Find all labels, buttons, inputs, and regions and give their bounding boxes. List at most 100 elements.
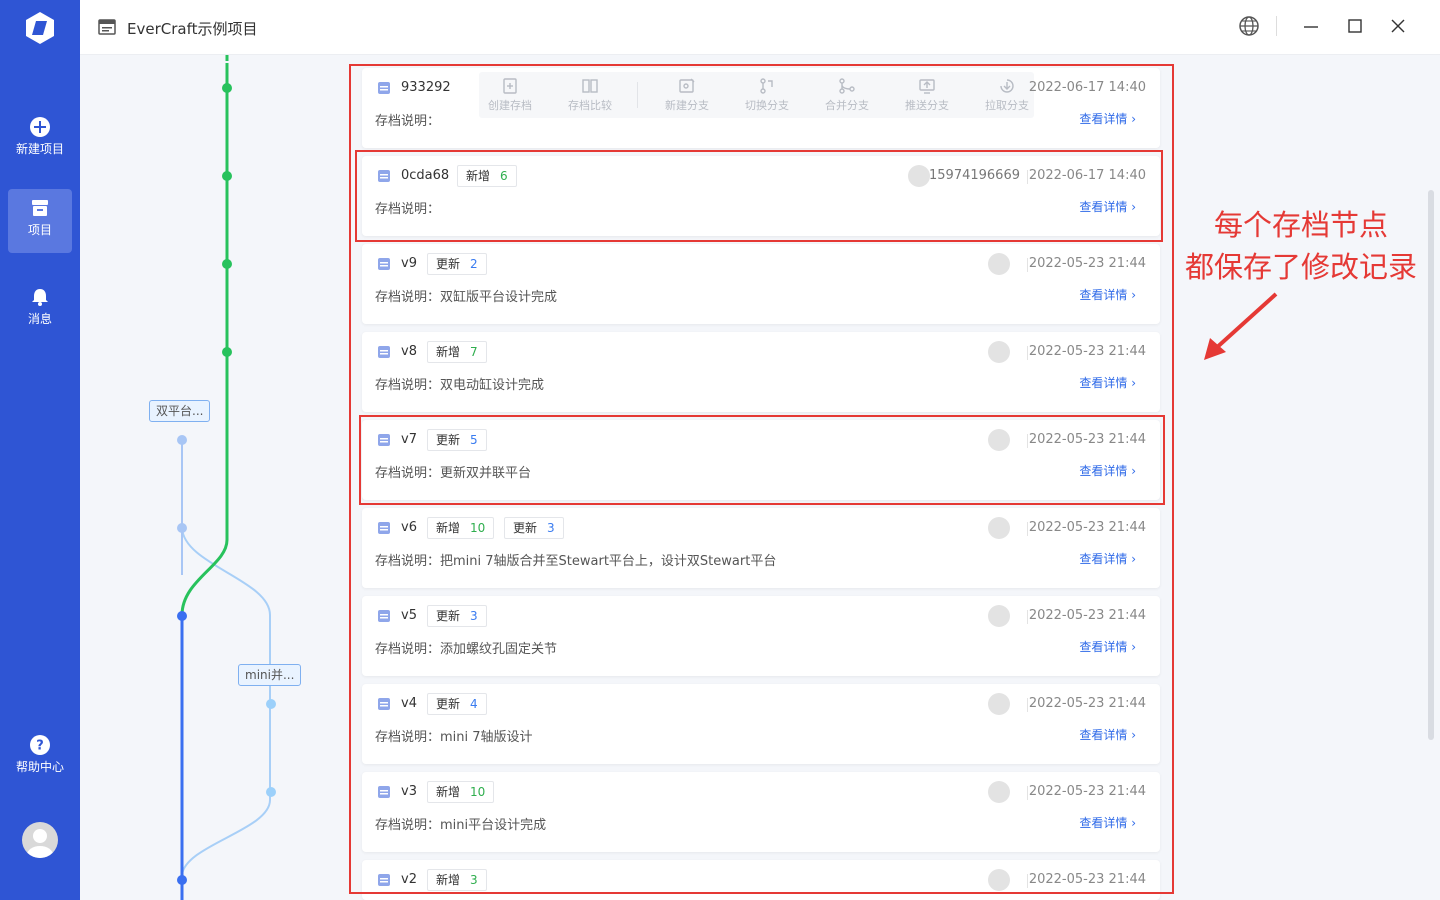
view-details-link[interactable]: 查看详情 › (1079, 638, 1136, 655)
user-avatar-small (988, 517, 1010, 539)
plus-circle-icon (30, 117, 50, 137)
archive-record-icon (378, 786, 390, 798)
record-time: 2022-05-23 21:44 (1028, 696, 1146, 711)
record-card[interactable]: v5 更新 3 2022-05-23 21:44 存档说明：添加螺纹孔固定关节 查… (362, 596, 1160, 676)
compare-archive-button[interactable]: 存档比较 (559, 72, 621, 118)
commit-node[interactable] (222, 259, 232, 269)
merge-branch-button[interactable]: 合并分支 (816, 72, 878, 118)
close-button[interactable] (1388, 16, 1408, 36)
record-description: 存档说明：双电动缸设计完成 (375, 374, 544, 393)
record-card[interactable]: v7 更新 5 2022-05-23 21:44 存档说明：更新双并联平台 查看详… (362, 420, 1160, 500)
project-window-icon (98, 19, 116, 35)
record-card[interactable]: v9 更新 2 2022-05-23 21:44 存档说明：双缸版平台设计完成 查… (362, 244, 1160, 324)
view-details-link[interactable]: 查看详情 › (1079, 550, 1136, 567)
annotation-line: 每个存档节点 (1213, 208, 1388, 242)
description-text: mini平台设计完成 (440, 818, 547, 833)
description-text: 添加螺纹孔固定关节 (440, 642, 558, 657)
sidebar-item-project[interactable]: 项目 (8, 189, 72, 253)
commit-node[interactable] (266, 787, 276, 797)
tool-label: 拉取分支 (985, 99, 1029, 112)
sidebar-item-new-project[interactable]: 新建项目 (8, 108, 72, 172)
record-version: 0cda68 (401, 168, 450, 183)
record-description: 存档说明：添加螺纹孔固定关节 (375, 638, 557, 657)
description-text: 把mini 7轴版合并至Stewart平台上，设计双Stewart平台 (440, 554, 777, 569)
compare-icon (582, 79, 598, 93)
description-prefix: 存档说明： (375, 554, 441, 569)
branch-line-main (180, 63, 229, 616)
record-version: v3 (401, 784, 417, 799)
annotation-text: 每个存档节点 都保存了修改记录 (1176, 204, 1426, 288)
record-description: 存档说明：把mini 7轴版合并至Stewart平台上，设计双Stewart平台 (375, 550, 776, 569)
meta-divider (1027, 610, 1028, 624)
view-details-link[interactable]: 查看详情 › (1079, 110, 1136, 127)
record-description: 存档说明：mini 7轴版设计 (375, 726, 533, 745)
tool-label: 新建分支 (665, 99, 709, 112)
record-card[interactable]: v2 新增 3 2022-05-23 21:44 (362, 860, 1160, 900)
commit-node[interactable] (222, 347, 232, 357)
toolbar-divider (637, 82, 638, 108)
new-branch-button[interactable]: 新建分支 (656, 72, 718, 118)
record-user: 15974196669 (929, 168, 1020, 183)
view-details-link[interactable]: 查看详情 › (1079, 814, 1136, 831)
archive-record-icon (378, 434, 390, 446)
record-card[interactable]: v4 更新 4 2022-05-23 21:44 存档说明：mini 7轴版设计 … (362, 684, 1160, 764)
archive-record-icon (378, 346, 390, 358)
record-card[interactable]: 0cda68 新增 6 15974196669 2022-06-17 14:40 … (362, 156, 1160, 236)
record-card[interactable]: v3 新增 10 2022-05-23 21:44 存档说明：mini平台设计完成… (362, 772, 1160, 852)
push-branch-button[interactable]: 推送分支 (896, 72, 958, 118)
sidebar-item-help[interactable]: ? 帮助中心 (8, 726, 72, 790)
change-tag-updated: 更新 4 (427, 693, 487, 715)
switch-branch-button[interactable]: 切换分支 (736, 72, 798, 118)
create-archive-button[interactable]: 创建存档 (479, 72, 541, 118)
list-scrollbar[interactable] (1428, 190, 1434, 740)
maximize-button[interactable] (1345, 16, 1365, 36)
view-details-link[interactable]: 查看详情 › (1079, 286, 1136, 303)
commit-node[interactable] (177, 435, 187, 445)
commit-node[interactable] (222, 83, 232, 93)
archive-record-icon (378, 170, 390, 182)
tool-label: 存档比较 (568, 99, 612, 112)
app-logo[interactable] (20, 8, 60, 48)
view-details-link[interactable]: 查看详情 › (1079, 726, 1136, 743)
user-avatar-small (908, 165, 930, 187)
record-description: 存档说明：mini平台设计完成 (375, 814, 546, 833)
record-card[interactable]: v8 新增 7 2022-05-23 21:44 存档说明：双电动缸设计完成 查看… (362, 332, 1160, 412)
sidebar: 新建项目 项目 消息 ? 帮助中心 (0, 0, 80, 900)
change-tag-added: 新增 3 (427, 869, 487, 891)
commit-node[interactable] (266, 699, 276, 709)
description-prefix: 存档说明： (375, 114, 441, 129)
view-details-link[interactable]: 查看详情 › (1079, 198, 1136, 215)
branch-graph: 双平台... mini并... (80, 55, 350, 900)
commit-node[interactable] (222, 171, 232, 181)
record-card[interactable]: v6 新增 10 更新 3 2022-05-23 21:44 存档说明：把mini … (362, 508, 1160, 588)
description-text: 更新双并联平台 (440, 466, 532, 481)
sidebar-item-messages[interactable]: 消息 (8, 278, 72, 342)
bell-icon (32, 289, 48, 306)
tool-label: 合并分支 (825, 99, 869, 112)
branch-tag-mini[interactable]: mini并... (238, 664, 302, 686)
user-avatar[interactable] (22, 822, 58, 858)
minimize-button[interactable] (1301, 16, 1321, 36)
record-version: v4 (401, 696, 417, 711)
pull-branch-button[interactable]: 拉取分支 (976, 72, 1038, 118)
commit-node[interactable] (177, 611, 187, 621)
user-avatar-small (988, 253, 1010, 275)
meta-divider (1027, 698, 1028, 712)
commit-node[interactable] (177, 523, 187, 533)
description-text: mini 7轴版设计 (440, 730, 533, 745)
change-tag-added: 新增 6 (457, 165, 517, 187)
view-details-link[interactable]: 查看详情 › (1079, 462, 1136, 479)
annotation-arrow-icon (1204, 292, 1278, 360)
record-card[interactable]: 933292 创建存档 存档比较 新建分支 切换分支 合并分支 推送分支 拉取分… (362, 68, 1160, 148)
record-description: 存档说明： (375, 198, 440, 217)
globe-icon[interactable] (1238, 15, 1260, 37)
description-prefix: 存档说明： (375, 642, 441, 657)
user-avatar-small (988, 429, 1010, 451)
archive-icon (32, 200, 48, 216)
description-prefix: 存档说明： (375, 730, 441, 745)
branch-tag-dual[interactable]: 双平台... (149, 400, 211, 422)
view-details-link[interactable]: 查看详情 › (1079, 374, 1136, 391)
tool-label: 切换分支 (745, 99, 789, 112)
action-toolbar: 创建存档 存档比较 新建分支 切换分支 合并分支 推送分支 拉取分支 (479, 72, 1034, 118)
commit-node[interactable] (177, 875, 187, 885)
